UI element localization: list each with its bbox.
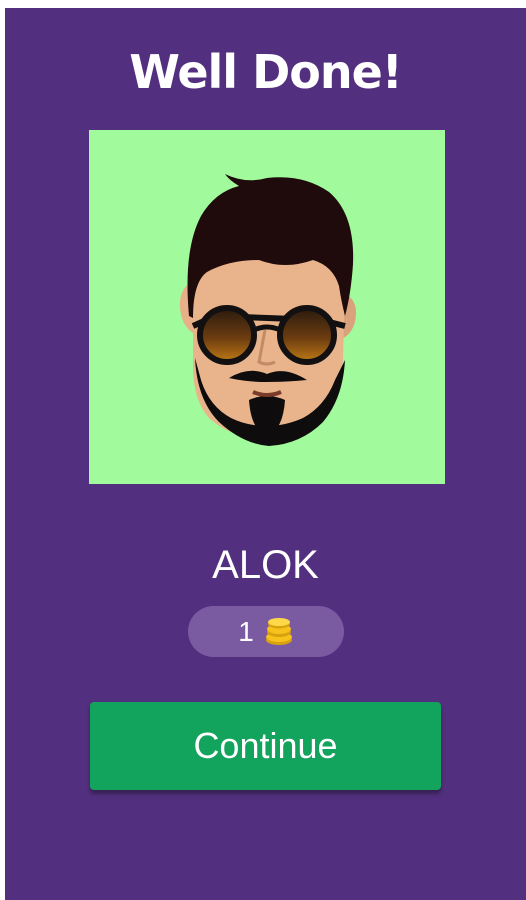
answer-name: ALOK — [212, 543, 319, 587]
reward-count: 1 — [238, 615, 254, 647]
dialog-title: Well Done! — [129, 45, 403, 99]
coins-icon — [265, 617, 292, 645]
character-portrait — [89, 130, 445, 484]
reward-badge: 1 — [188, 606, 344, 657]
continue-button[interactable]: Continue — [90, 702, 441, 790]
alok-avatar-illustration — [179, 174, 356, 446]
level-complete-panel: Well Done! ALOK 1 Continue — [5, 8, 526, 900]
